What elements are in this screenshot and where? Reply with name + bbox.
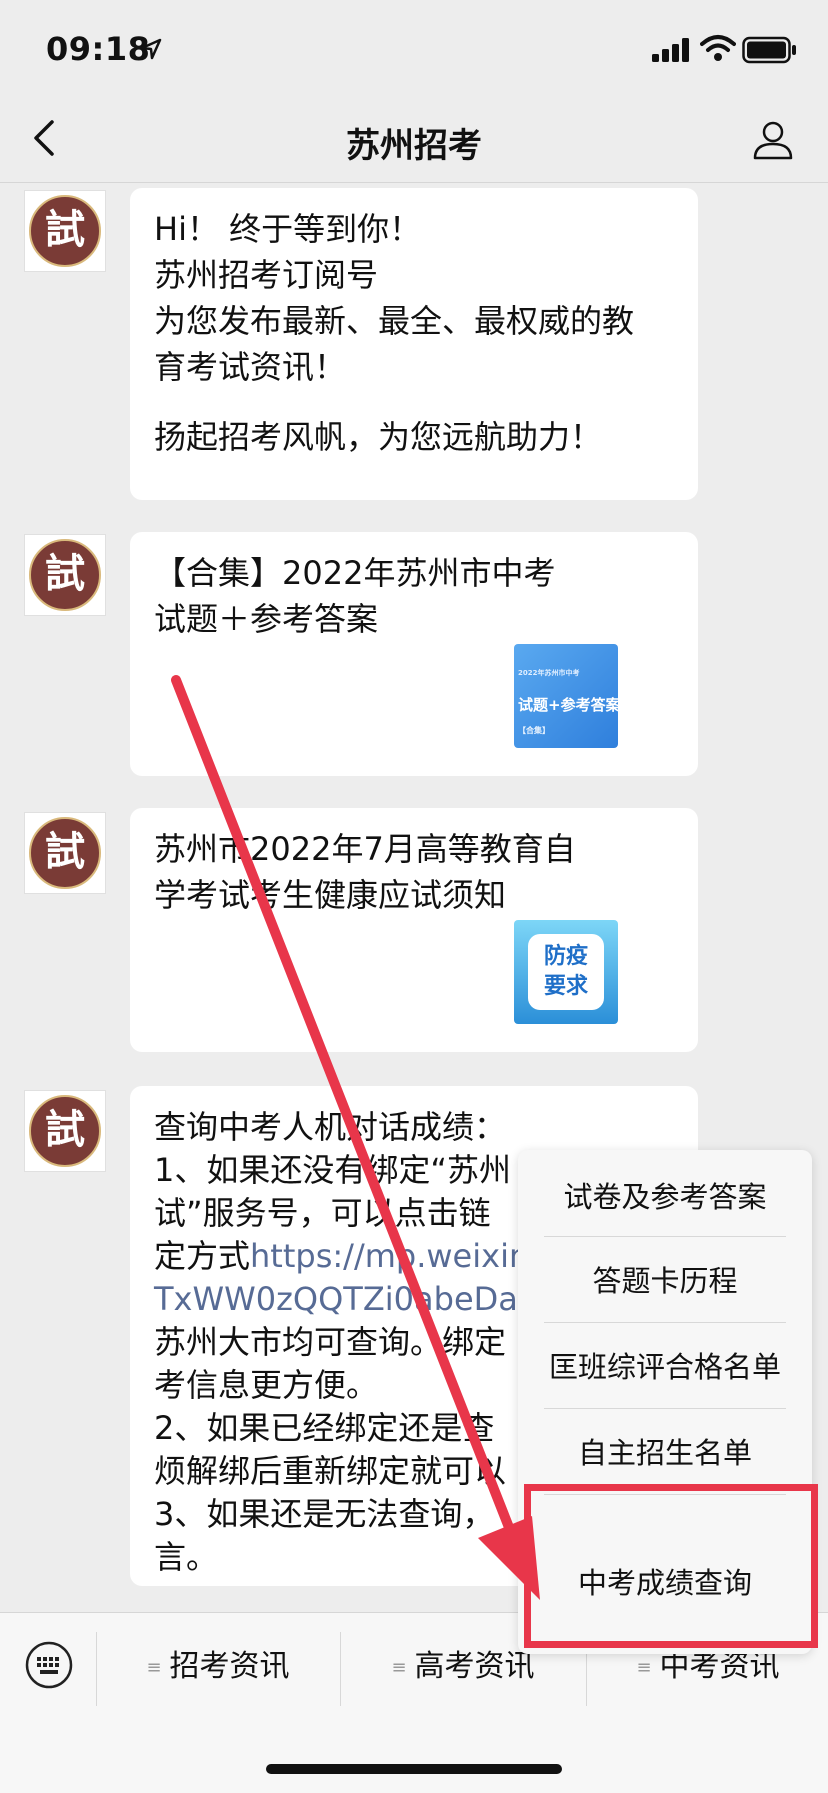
thumbnail-text: 要求 xyxy=(543,974,588,999)
welcome-line: 扬起招考风帆，为您远航助力！ xyxy=(154,418,603,456)
tab-divider xyxy=(96,1632,97,1706)
menu-item-exam-papers[interactable]: 试卷及参考答案 xyxy=(518,1154,812,1240)
article-card[interactable]: 【合集】2022年苏州市中考 试题＋参考答案 2022年苏州市中考 试题+参考答… xyxy=(130,532,698,776)
article-title: 学考试考生健康应试须知 xyxy=(154,876,507,914)
thumbnail-card: 防疫 要求 xyxy=(528,934,604,1010)
welcome-line: 为您发布最新、最全、最权威的教 xyxy=(154,302,635,340)
welcome-line: 苏州招考订阅号 xyxy=(154,256,379,294)
article-thumbnail: 防疫 要求 xyxy=(514,920,618,1024)
article-title: 苏州市2022年7月高等教育自 xyxy=(154,830,576,868)
page-title: 苏州招考 xyxy=(346,126,482,166)
account-avatar[interactable]: 試 xyxy=(24,812,106,894)
avatar-glyph: 試 xyxy=(29,817,101,889)
notice-text: 定方式 xyxy=(154,1237,251,1275)
thumbnail-text: 防疫 xyxy=(543,944,588,969)
thumbnail-tag: 【合集】 xyxy=(518,726,550,735)
menu-lines-icon: ≡ xyxy=(636,1656,652,1678)
menu-divider xyxy=(544,1408,786,1409)
avatar-glyph: 試 xyxy=(29,1095,101,1167)
status-time: 09:18 xyxy=(46,30,151,68)
notice-link[interactable]: https://mp.weixin. xyxy=(250,1237,539,1275)
location-arrow-icon xyxy=(140,38,162,60)
keyboard-toggle-icon[interactable] xyxy=(24,1640,74,1690)
status-bar: 09:18 xyxy=(0,0,828,96)
article-thumbnail: 2022年苏州市中考 试题+参考答案 【合集】 xyxy=(514,644,618,748)
battery-icon xyxy=(742,36,796,64)
tab-divider xyxy=(340,1632,341,1706)
welcome-line: Hi！ 终于等到你！ xyxy=(154,210,422,248)
menu-lines-icon: ≡ xyxy=(391,1656,407,1678)
menu-item-qualified-list[interactable]: 匡班综评合格名单 xyxy=(518,1324,812,1410)
welcome-message-bubble: Hi！ 终于等到你！ 苏州招考订阅号 为您发布最新、最全、最权威的教 育考试资讯… xyxy=(130,188,698,500)
menu-divider xyxy=(544,1236,786,1237)
menu-divider xyxy=(544,1322,786,1323)
avatar-glyph: 試 xyxy=(29,195,101,267)
home-indicator xyxy=(266,1764,562,1774)
menu-lines-icon: ≡ xyxy=(146,1656,162,1678)
account-avatar[interactable]: 試 xyxy=(24,1090,106,1172)
article-title: 试题＋参考答案 xyxy=(154,600,379,638)
welcome-line: 育考试资讯！ xyxy=(154,348,347,386)
notice-line: 查询中考人机对话成绩： xyxy=(154,1108,507,1146)
article-card[interactable]: 苏州市2022年7月高等教育自 学考试考生健康应试须知 防疫 要求 xyxy=(130,808,698,1052)
tab-label: 招考资讯 xyxy=(169,1649,290,1684)
tab-zhaokao-news[interactable]: ≡ 招考资讯 xyxy=(98,1626,338,1708)
article-title: 【合集】2022年苏州市中考 xyxy=(154,554,556,592)
menu-item-answer-sheet[interactable]: 答题卡历程 xyxy=(518,1238,812,1324)
account-avatar[interactable]: 試 xyxy=(24,190,106,272)
nav-bar: 苏州招考 xyxy=(0,96,828,183)
profile-icon[interactable] xyxy=(752,118,794,160)
highlight-box xyxy=(524,1484,818,1648)
wifi-icon xyxy=(700,35,736,61)
signal-icon xyxy=(652,38,689,62)
tab-label: 高考资讯 xyxy=(414,1649,535,1684)
avatar-glyph: 試 xyxy=(29,539,101,611)
account-avatar[interactable]: 試 xyxy=(24,534,106,616)
tab-label: 中考资讯 xyxy=(659,1649,780,1684)
